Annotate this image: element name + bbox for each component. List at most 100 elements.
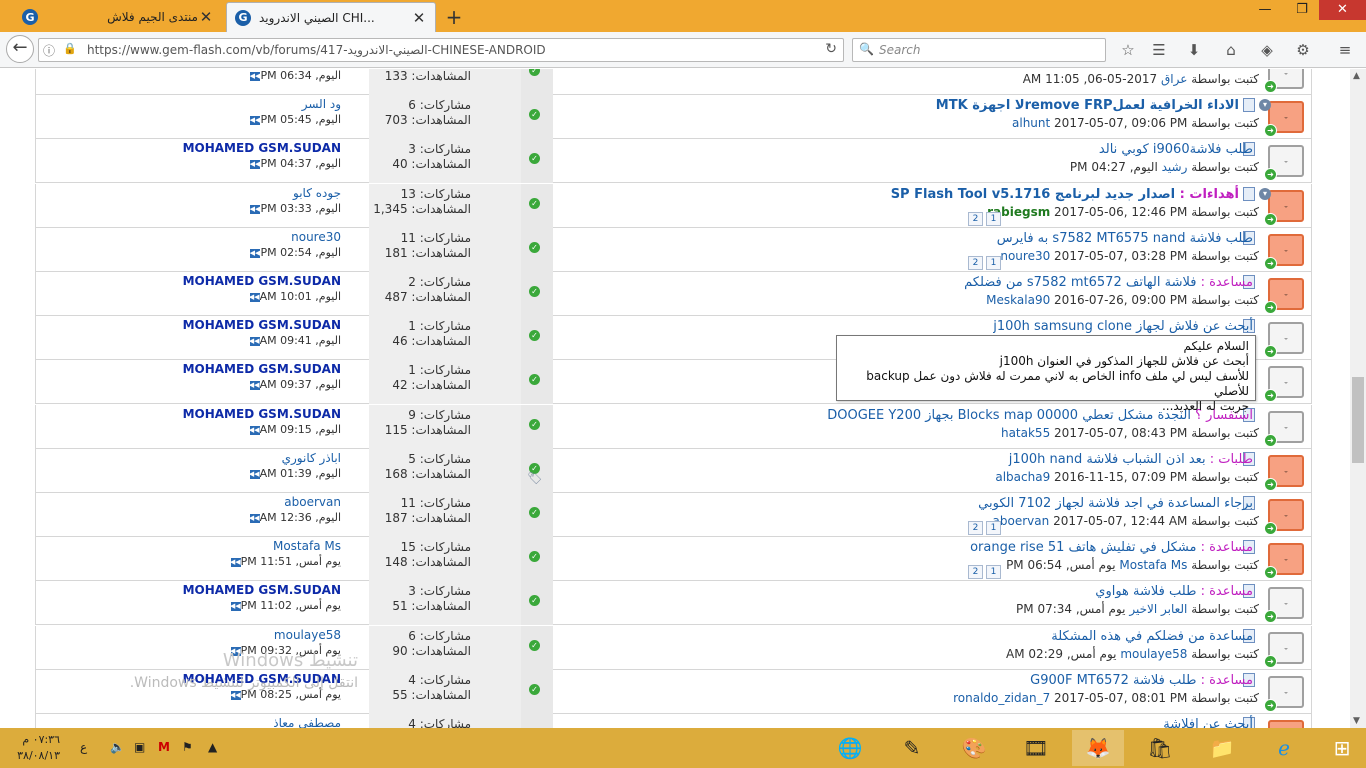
info-icon[interactable]: ⓘ <box>43 42 55 59</box>
close-window-button[interactable]: ✕ <box>1319 0 1366 20</box>
bookmark-star-icon[interactable]: ☆ <box>1117 40 1139 62</box>
paint-app-taskbar-icon[interactable]: ✎ <box>886 730 938 766</box>
scroll-up-arrow-icon[interactable]: ▲ <box>1353 71 1360 81</box>
go-to-last-post-icon[interactable]: ◀◀ <box>230 601 241 611</box>
go-to-last-post-icon[interactable]: ◀◀ <box>250 204 261 214</box>
close-tab-icon[interactable]: ✕ <box>198 8 214 26</box>
new-post-arrow-icon[interactable]: ➜ <box>1264 478 1277 491</box>
last-poster-link[interactable]: MOHAMED GSM.SUDAN <box>183 318 341 332</box>
new-post-arrow-icon[interactable]: ➜ <box>1264 213 1277 226</box>
thread-title-link[interactable]: الاداء الخرافية لعملremove FRPلا اجهزة M… <box>936 98 1239 113</box>
page-link[interactable]: 2 <box>968 212 983 226</box>
back-button[interactable]: ← <box>6 35 34 63</box>
last-poster-link[interactable]: Mostafa Ms <box>273 539 341 553</box>
url-bar[interactable]: ⓘ 🔒 https://www.gem-flash.com/vb/forums/… <box>38 38 844 62</box>
page-link[interactable]: 2 <box>968 521 983 535</box>
last-poster-link[interactable]: aboervan <box>284 495 341 509</box>
palette-app-taskbar-icon[interactable]: 🎨 <box>948 730 1000 766</box>
language-indicator[interactable]: ع <box>80 740 87 754</box>
last-poster-link[interactable]: MOHAMED GSM.SUDAN <box>183 274 341 288</box>
download-manager-taskbar-icon[interactable]: 🌐 <box>824 730 876 766</box>
go-to-last-post-icon[interactable]: ◀◀ <box>249 380 260 390</box>
last-poster-link[interactable]: جوده كابو <box>293 186 341 200</box>
action-center-flag-icon[interactable]: ⚑ <box>182 740 193 754</box>
minimize-button[interactable]: — <box>1248 0 1282 20</box>
reading-list-icon[interactable]: ☰ <box>1148 40 1170 62</box>
new-post-arrow-icon[interactable]: ➜ <box>1264 522 1277 535</box>
new-post-arrow-icon[interactable]: ➜ <box>1264 80 1277 93</box>
thread-author-link[interactable]: ronaldo_zidan_7 <box>953 691 1050 705</box>
subscribe-icon[interactable]: ▾ <box>1259 188 1271 200</box>
thread-author-link[interactable]: moulaye58 <box>1120 647 1187 661</box>
download-icon[interactable]: ⬇ <box>1183 40 1205 62</box>
tag-icon[interactable]: 🏷 <box>527 471 542 485</box>
thread-title-link[interactable]: برجاء المساعدة في اجد فلاشة لجهاز 7102 ا… <box>978 496 1253 511</box>
thread-title-link[interactable]: مساعدة من فضلكم في هذه المشكلة <box>1051 629 1253 644</box>
page-link[interactable]: 1 <box>986 565 1001 579</box>
last-poster-link[interactable]: MOHAMED GSM.SUDAN <box>183 362 341 376</box>
extension-icon[interactable]: ⚙ <box>1292 40 1314 62</box>
thread-author-link[interactable]: Meskala90 <box>986 293 1050 307</box>
media-player-taskbar-icon[interactable]: 🎞 <box>1010 730 1062 766</box>
url-text[interactable]: https://www.gem-flash.com/vb/forums/417-… <box>87 43 546 57</box>
last-poster-link[interactable]: مصطفى معاذ <box>273 716 341 728</box>
go-to-last-post-icon[interactable]: ◀◀ <box>249 336 260 346</box>
internet-explorer-taskbar-icon[interactable]: ℯ <box>1258 730 1310 766</box>
thread-title-link[interactable]: طلبات : بعد اذن الشباب فلاشة j100h nand <box>1009 452 1253 467</box>
thread-author-link[interactable]: albacha9 <box>995 470 1050 484</box>
new-post-arrow-icon[interactable]: ➜ <box>1264 610 1277 623</box>
last-poster-link[interactable]: noure30 <box>291 230 341 244</box>
page-scrollbar[interactable]: ▲ ▼ <box>1350 69 1366 728</box>
new-post-arrow-icon[interactable]: ➜ <box>1264 168 1277 181</box>
last-poster-link[interactable]: moulaye58 <box>274 628 341 642</box>
last-poster-link[interactable]: MOHAMED GSM.SUDAN <box>183 583 341 597</box>
go-to-last-post-icon[interactable]: ◀◀ <box>249 292 260 302</box>
thread-title-link[interactable]: طلب فلاشةi9060 كوبي نالد <box>1099 142 1253 157</box>
thread-author-link[interactable]: aboervan <box>993 514 1050 528</box>
scrollbar-thumb[interactable] <box>1352 377 1364 463</box>
go-to-last-post-icon[interactable]: ◀◀ <box>250 71 261 81</box>
new-post-arrow-icon[interactable]: ➜ <box>1264 301 1277 314</box>
thread-title-link[interactable]: أبحث عن فلاش لجهاز j100h samsung clone <box>993 319 1253 334</box>
thread-title-link[interactable]: طلب فلاشة s7582 MT6575 nand به فايرس <box>997 231 1253 246</box>
thread-author-link[interactable]: العابر الاخير <box>1129 602 1187 616</box>
go-to-last-post-icon[interactable]: ◀◀ <box>250 159 261 169</box>
restore-button[interactable]: ❐ <box>1285 0 1319 20</box>
thread-title-link[interactable]: مساعدة : طلب فلاشة G900F MT6572 <box>1030 673 1253 688</box>
new-tab-button[interactable]: + <box>444 5 464 29</box>
file-explorer-taskbar-icon[interactable]: 📁 <box>1196 730 1248 766</box>
thread-title-link[interactable]: مساعدة : مشكل في تفليش هاتف orange rise … <box>970 540 1253 555</box>
menu-icon[interactable]: ≡ <box>1334 40 1356 62</box>
thread-author-link[interactable]: عراق <box>1161 72 1187 86</box>
store-taskbar-icon[interactable]: 🛍 <box>1134 730 1186 766</box>
thread-author-link[interactable]: Mostafa Ms <box>1119 558 1187 572</box>
system-clock[interactable]: ٠٧:٣٦ م ٣٨/٠٨/١٣ <box>12 732 60 764</box>
new-post-arrow-icon[interactable]: ➜ <box>1264 257 1277 270</box>
page-link[interactable]: 1 <box>986 521 1001 535</box>
tab-chinese-android[interactable]: G الصيني الاندرويد CHI... ✕ <box>226 2 436 32</box>
tab-forum-home[interactable]: G منتدى الجيم فلاش ✕ <box>14 2 222 32</box>
show-hidden-icons-chevron-icon[interactable]: ▲ <box>208 740 217 754</box>
thread-author-link[interactable]: alhunt <box>1012 116 1050 130</box>
page-link[interactable]: 1 <box>986 256 1001 270</box>
new-post-arrow-icon[interactable]: ➜ <box>1264 434 1277 447</box>
close-tab-icon[interactable]: ✕ <box>411 9 427 27</box>
home-icon[interactable]: ⌂ <box>1220 40 1242 62</box>
last-poster-link[interactable]: MOHAMED GSM.SUDAN <box>183 407 341 421</box>
new-post-arrow-icon[interactable]: ➜ <box>1264 655 1277 668</box>
search-input[interactable]: 🔍 Search <box>852 38 1106 62</box>
thread-title-link[interactable]: أبحث عن افلاشة <box>1163 717 1253 728</box>
volume-icon[interactable]: 🔈 <box>110 740 125 754</box>
network-icon[interactable]: ▣ <box>134 740 145 754</box>
last-poster-link[interactable]: ود السر <box>302 97 341 111</box>
subscribe-icon[interactable]: ▾ <box>1259 99 1271 111</box>
page-link[interactable]: 2 <box>968 565 983 579</box>
antivirus-tray-icon[interactable]: M <box>158 740 170 754</box>
reload-icon[interactable]: ↻ <box>825 41 837 57</box>
last-poster-link[interactable]: اباذر كانوري <box>282 451 341 465</box>
scroll-down-arrow-icon[interactable]: ▼ <box>1353 716 1360 726</box>
go-to-last-post-icon[interactable]: ◀◀ <box>250 115 261 125</box>
go-to-last-post-icon[interactable]: ◀◀ <box>249 513 260 523</box>
page-link[interactable]: 1 <box>986 212 1001 226</box>
go-to-last-post-icon[interactable]: ◀◀ <box>249 425 260 435</box>
